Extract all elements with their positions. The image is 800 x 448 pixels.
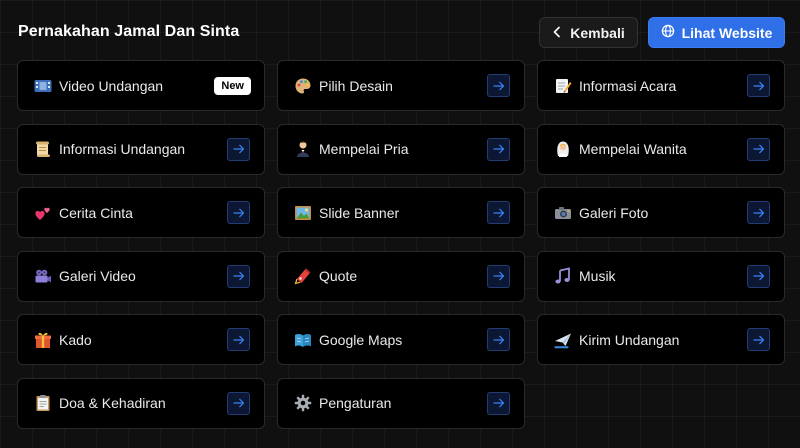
- back-button-label: Kembali: [570, 24, 625, 41]
- menu-card-label: Informasi Acara: [579, 77, 677, 94]
- music-note-icon: [553, 266, 573, 286]
- arrow-right-icon[interactable]: [747, 264, 770, 288]
- send-plane-icon: [553, 330, 573, 350]
- video-camera-icon: [33, 266, 53, 286]
- menu-card-label: Kirim Undangan: [579, 331, 680, 348]
- arrow-right-icon[interactable]: [487, 264, 510, 288]
- menu-card-label: Doa & Kehadiran: [59, 395, 166, 411]
- arrow-right-icon[interactable]: [487, 137, 510, 161]
- map-book-icon: [293, 330, 313, 350]
- arrow-right-icon[interactable]: [747, 74, 770, 97]
- bride-icon: [553, 139, 573, 159]
- menu-card-label: Galeri Foto: [579, 204, 649, 221]
- menu-card-galeri-foto[interactable]: Galeri Foto: [537, 187, 785, 238]
- menu-card-informasi-undangan[interactable]: Informasi Undangan: [17, 123, 265, 175]
- menu-card-pengaturan[interactable]: Pengaturan: [277, 377, 525, 429]
- menu-card-cerita-cinta[interactable]: Cerita Cinta: [17, 187, 265, 238]
- menu-card-mempelai-wanita[interactable]: Mempelai Wanita: [537, 123, 785, 175]
- memo-icon: [553, 76, 573, 96]
- film-icon: [33, 76, 53, 96]
- chevron-left-icon: [552, 25, 562, 41]
- menu-card-label: Pengaturan: [319, 395, 392, 411]
- arrow-right-icon[interactable]: [227, 137, 250, 161]
- menu-card-label: Galeri Video: [59, 268, 136, 284]
- arrow-right-icon[interactable]: [487, 201, 510, 224]
- menu-grid: Video Undangan New Pilih Desain Informas…: [17, 60, 785, 429]
- menu-card-label: Google Maps: [319, 331, 403, 348]
- palette-icon: [293, 76, 313, 96]
- clipboard-icon: [33, 393, 53, 413]
- menu-card-kado[interactable]: Kado: [17, 314, 265, 365]
- gear-icon: [293, 393, 313, 413]
- arrow-right-icon[interactable]: [747, 201, 770, 224]
- arrow-right-icon[interactable]: [487, 391, 510, 415]
- new-badge: New: [214, 77, 251, 95]
- menu-card-informasi-acara[interactable]: Informasi Acara: [537, 60, 785, 111]
- menu-card-label: Kado: [59, 331, 92, 348]
- menu-card-label: Slide Banner: [319, 204, 400, 221]
- groom-icon: [293, 139, 313, 159]
- arrow-right-icon[interactable]: [747, 137, 770, 161]
- arrow-right-icon[interactable]: [487, 74, 510, 97]
- arrow-right-icon[interactable]: [487, 328, 510, 351]
- menu-card-label: Informasi Undangan: [59, 141, 186, 157]
- menu-card-label: Mempelai Pria: [319, 141, 409, 157]
- arrow-right-icon[interactable]: [227, 264, 250, 288]
- menu-card-label: Cerita Cinta: [59, 204, 133, 221]
- arrow-right-icon[interactable]: [227, 201, 250, 224]
- view-website-label: Lihat Website: [681, 24, 773, 41]
- arrow-right-icon[interactable]: [227, 328, 250, 351]
- menu-card-label: Mempelai Wanita: [579, 141, 687, 157]
- menu-card-label: Video Undangan: [59, 77, 164, 94]
- menu-card-label: Musik: [579, 268, 616, 284]
- quote-icon: [293, 266, 313, 286]
- menu-card-label: Quote: [319, 268, 358, 284]
- menu-card-quote[interactable]: Quote: [277, 250, 525, 302]
- menu-card-galeri-video[interactable]: Galeri Video: [17, 250, 265, 302]
- menu-card-pilih-desain[interactable]: Pilih Desain: [277, 60, 525, 111]
- menu-card-slide-banner[interactable]: Slide Banner: [277, 187, 525, 238]
- menu-card-mempelai-pria[interactable]: Mempelai Pria: [277, 123, 525, 175]
- view-website-button[interactable]: Lihat Website: [648, 17, 785, 48]
- camera-icon: [553, 203, 573, 223]
- menu-card-google-maps[interactable]: Google Maps: [277, 314, 525, 365]
- picture-icon: [293, 203, 313, 223]
- header: Pernakahan Jamal Dan Sinta Kembali Lihat…: [18, 17, 785, 48]
- header-actions: Kembali Lihat Website: [539, 17, 785, 48]
- menu-card-doa-kehadiran[interactable]: Doa & Kehadiran: [17, 377, 265, 429]
- gift-icon: [33, 330, 53, 350]
- menu-card-label: Pilih Desain: [319, 77, 393, 94]
- page-title: Pernakahan Jamal Dan Sinta: [18, 23, 240, 40]
- back-button[interactable]: Kembali: [539, 17, 638, 48]
- globe-icon: [661, 24, 675, 41]
- hearts-icon: [33, 203, 53, 223]
- arrow-right-icon[interactable]: [227, 391, 250, 415]
- arrow-right-icon[interactable]: [747, 328, 770, 351]
- scroll-icon: [33, 139, 53, 159]
- menu-card-musik[interactable]: Musik: [537, 250, 785, 302]
- menu-card-video-undangan[interactable]: Video Undangan New: [17, 60, 265, 111]
- menu-card-kirim-undangan[interactable]: Kirim Undangan: [537, 314, 785, 365]
